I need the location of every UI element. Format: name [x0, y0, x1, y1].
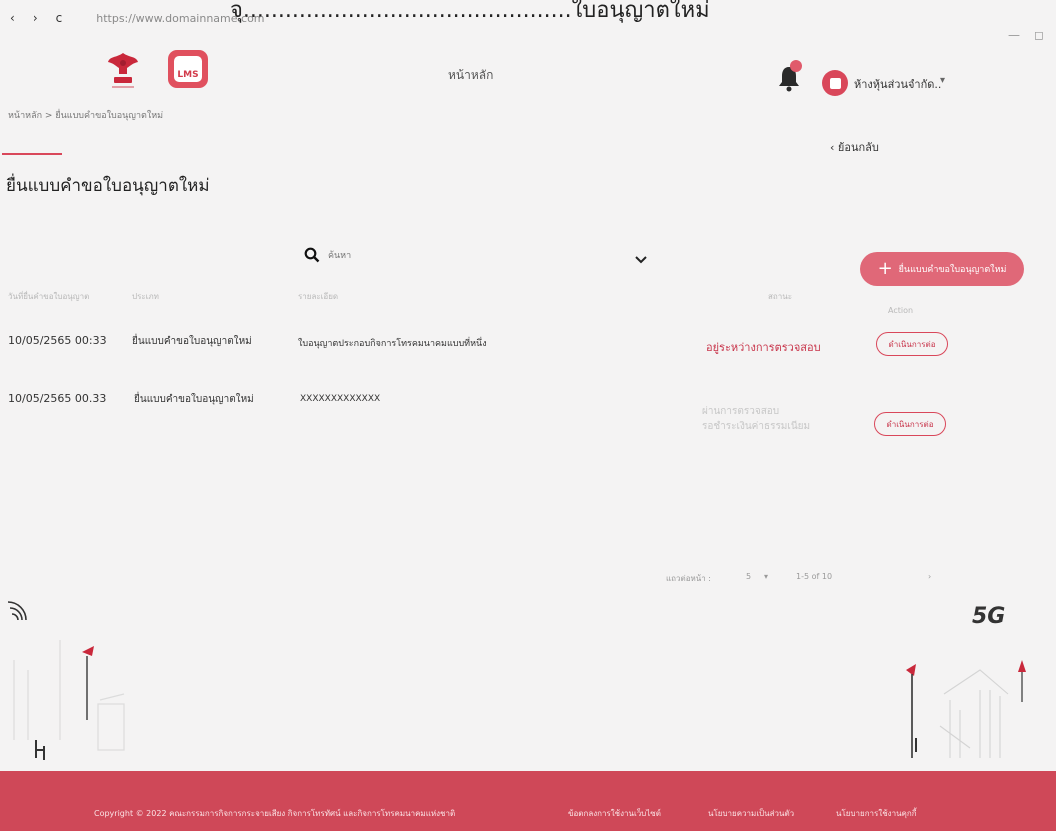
breadcrumb-home[interactable]: หน้าหลัก: [8, 111, 42, 121]
column-header-status: สถานะ: [768, 292, 792, 301]
garuda-logo[interactable]: [106, 50, 140, 92]
continue-button[interactable]: ดำเนินการต่อ: [874, 412, 946, 436]
minimize-button[interactable]: —: [1008, 28, 1020, 42]
column-header-date: วันที่ยื่นคำขอใบอนุญาต: [8, 292, 90, 301]
next-page-button[interactable]: ›: [928, 572, 931, 581]
footer-link-privacy[interactable]: นโยบายความเป็นส่วนตัว: [708, 807, 794, 820]
row-status: อยู่ระหว่างการตรวจสอบ: [706, 341, 821, 354]
city-illustration-right: [906, 660, 1026, 758]
rows-per-page-caret-icon[interactable]: ▾: [764, 572, 768, 581]
browser-reload-button[interactable]: c: [56, 11, 63, 25]
notification-badge: [790, 60, 802, 72]
column-header-detail: รายละเอียด: [298, 292, 339, 301]
footer-copyright: Copyright © 2022 คณะกรรมการกิจการกระจายเ…: [94, 809, 456, 818]
page-title: ยื่นแบบคำขอใบอนุญาตใหม่: [6, 176, 210, 196]
add-button-label: ยื่นแบบคำขอใบอนุญาตใหม่: [898, 265, 1007, 275]
company-avatar-icon[interactable]: [822, 70, 848, 96]
row-status-line2: รอชำระเงินค่าธรรมเนียม: [702, 421, 811, 432]
row-detail: XXXXXXXXXXXXX: [300, 394, 381, 404]
footer-link-cookies[interactable]: นโยบายการใช้งานคุกกี้: [836, 807, 917, 820]
row-type: ยื่นแบบคำขอใบอนุญาตใหม่: [134, 394, 254, 405]
browser-back-button[interactable]: ‹: [10, 11, 15, 25]
nav-home-link[interactable]: หน้าหลัก: [448, 66, 493, 85]
rows-per-page-label: แถวต่อหน้า :: [666, 574, 711, 583]
row-status-line1: ผ่านการตรวจสอบ: [702, 406, 780, 417]
row-date: 10/05/2565 00:33: [8, 334, 107, 347]
user-name[interactable]: ห้างหุ้นส่วนจำกัด..: [854, 75, 941, 93]
search-input[interactable]: [328, 248, 588, 264]
breadcrumb: หน้าหลัก > ยื่นแบบคำขอใบอนุญาตใหม่: [8, 108, 163, 122]
window-controls: — ◻: [1008, 28, 1044, 42]
row-type: ยื่นแบบคำขอใบอนุญาตใหม่: [132, 336, 252, 347]
brand-5g-icon: 5G: [972, 604, 1006, 629]
row-date: 10/05/2565 00.33: [8, 392, 107, 405]
rows-per-page-select[interactable]: 5: [746, 572, 751, 581]
column-header-action: Action: [888, 306, 914, 315]
city-illustration-left: [7, 601, 125, 760]
browser-url[interactable]: https://www.domainname.com: [96, 12, 264, 25]
row-detail: ใบอนุญาตประกอบกิจการโทรคมนาคมแบบที่หนึ่ง: [298, 339, 487, 349]
browser-forward-button[interactable]: ›: [33, 11, 38, 25]
footer: Copyright © 2022 คณะกรรมการกิจการกระจายเ…: [0, 771, 1056, 831]
plus-icon: +: [877, 258, 893, 279]
row-status: ผ่านการตรวจสอบ รอชำระเงินค่าธรรมเนียม: [702, 404, 810, 434]
continue-button[interactable]: ดำเนินการต่อ: [876, 332, 948, 356]
user-menu-caret-icon[interactable]: ▾: [940, 75, 945, 86]
restore-button[interactable]: ◻: [1034, 28, 1044, 42]
lms-logo[interactable]: LMS: [168, 50, 208, 88]
back-link[interactable]: ‹ ย้อนกลับ: [830, 138, 879, 156]
breadcrumb-separator-icon: >: [44, 111, 53, 121]
column-header-type: ประเภท: [132, 292, 159, 301]
page-range: 1-5 of 10: [796, 572, 833, 581]
footer-link-terms[interactable]: ข้อตกลงการใช้งานเว็บไซต์: [568, 807, 661, 820]
app-header: LMS หน้าหลัก ห้างหุ้นส่วนจำกัด.. ▾: [0, 44, 1056, 100]
title-accent-line: [2, 153, 62, 155]
add-license-request-button[interactable]: + ยื่นแบบคำขอใบอนุญาตใหม่: [860, 252, 1024, 286]
chevron-down-icon[interactable]: [634, 255, 648, 265]
breadcrumb-current: ยื่นแบบคำขอใบอนุญาตใหม่: [55, 111, 164, 121]
browser-bar: ‹ › c https://www.domainname.com: [0, 6, 1056, 30]
search-icon[interactable]: [304, 247, 320, 263]
